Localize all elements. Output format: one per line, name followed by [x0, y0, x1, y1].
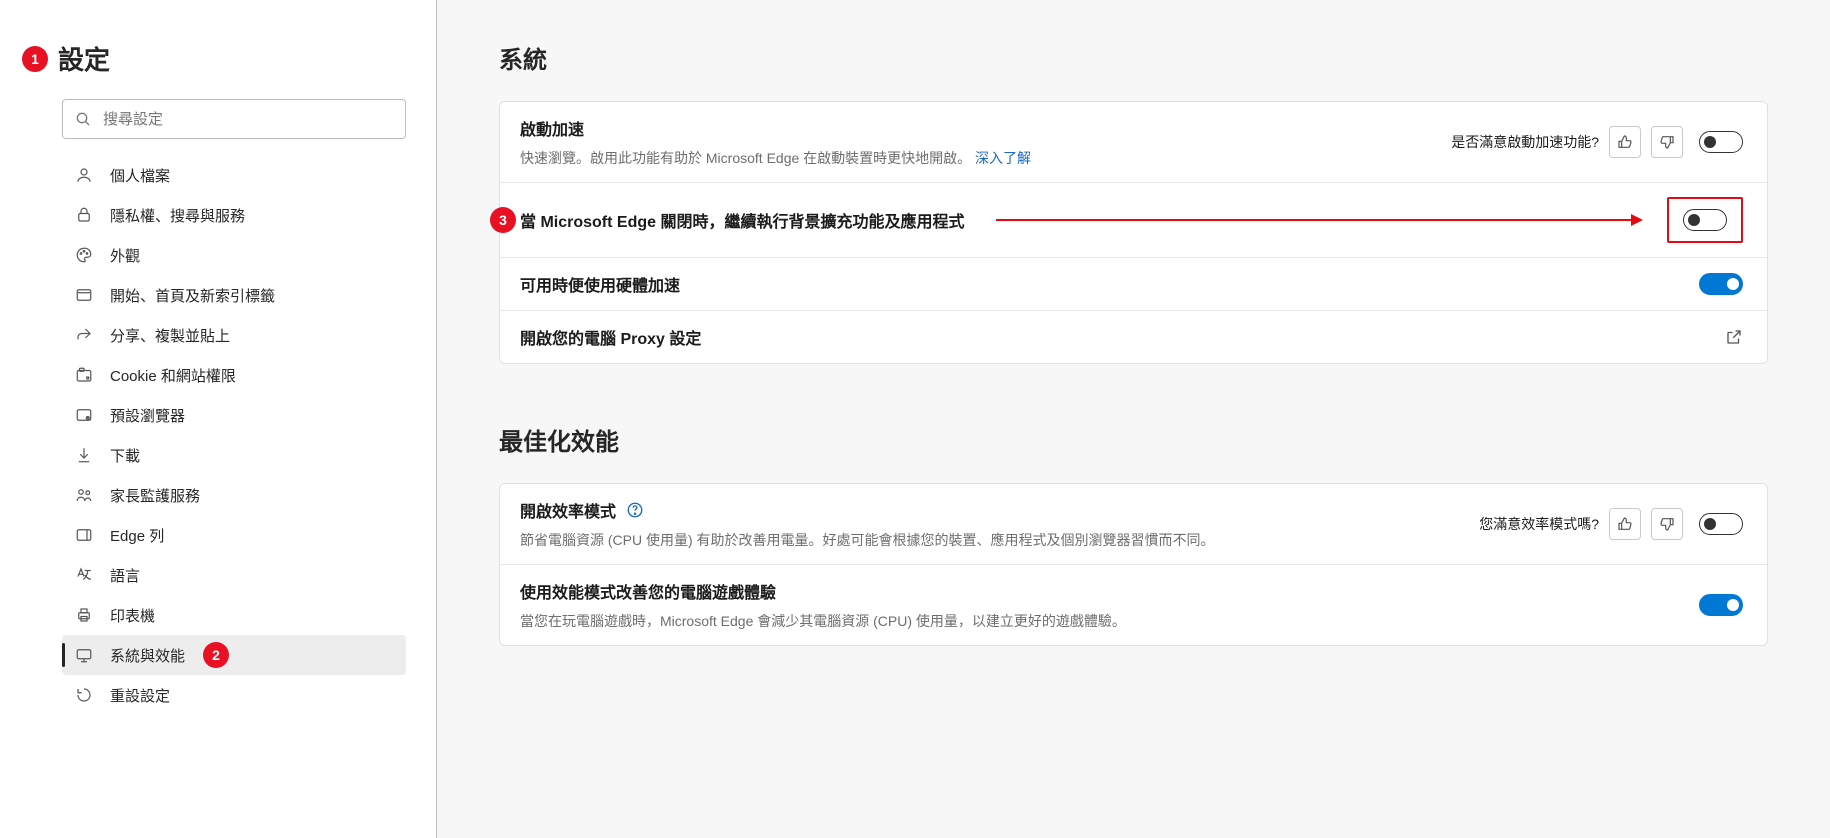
nav-downloads[interactable]: 下載	[62, 435, 406, 475]
nav-family[interactable]: 家長監護服務	[62, 475, 406, 515]
settings-sidebar: 1 設定 個人檔案 隱私權、搜尋與服務 外觀 開始	[0, 0, 437, 838]
nav-label: 開始、首頁及新索引標籤	[110, 285, 275, 306]
search-input[interactable]	[103, 111, 393, 128]
search-icon	[75, 111, 91, 127]
settings-search[interactable]	[62, 99, 406, 139]
row-desc: 快速瀏覽。啟用此功能有助於 Microsoft Edge 在啟動裝置時更快地開啟…	[520, 148, 1435, 168]
row-title: 啟動加速	[520, 116, 1435, 140]
language-icon	[74, 565, 94, 585]
step-badge-3: 3	[490, 207, 516, 233]
nav-label: 印表機	[110, 605, 155, 626]
row-background-apps: 3 當 Microsoft Edge 關閉時，繼續執行背景擴充功能及應用程式	[500, 182, 1767, 257]
printer-icon	[74, 605, 94, 625]
step-badge-2: 2	[203, 642, 229, 668]
nav-label: 重設設定	[110, 685, 170, 706]
nav-start[interactable]: 開始、首頁及新索引標籤	[62, 275, 406, 315]
lock-icon	[74, 205, 94, 225]
row-title: 當 Microsoft Edge 關閉時，繼續執行背景擴充功能及應用程式	[520, 208, 964, 232]
open-external-icon	[1725, 328, 1743, 346]
thumbs-down-button[interactable]	[1651, 508, 1683, 540]
nav-default-browser[interactable]: 預設瀏覽器	[62, 395, 406, 435]
nav-reset[interactable]: 重設設定	[62, 675, 406, 715]
row-title: 開啟您的電腦 Proxy 設定	[520, 325, 1709, 349]
nav-label: 外觀	[110, 245, 140, 266]
reset-icon	[74, 685, 94, 705]
feedback-group: 是否滿意啟動加速功能?	[1451, 126, 1683, 158]
toggle-background-apps[interactable]	[1683, 209, 1727, 231]
nav-edge-bar[interactable]: Edge 列	[62, 515, 406, 555]
nav-label: 系統與效能	[110, 645, 185, 666]
row-startup-boost: 啟動加速 快速瀏覽。啟用此功能有助於 Microsoft Edge 在啟動裝置時…	[500, 102, 1767, 182]
row-efficiency-mode: 開啟效率模式 節省電腦資源 (CPU 使用量) 有助於改善用電量。好處可能會根據…	[500, 484, 1767, 564]
row-proxy-settings[interactable]: 開啟您的電腦 Proxy 設定	[500, 310, 1767, 363]
nav-label: 隱私權、搜尋與服務	[110, 205, 245, 226]
share-icon	[74, 325, 94, 345]
row-desc: 當您在玩電腦遊戲時，Microsoft Edge 會減少其電腦資源 (CPU) …	[520, 611, 1683, 631]
help-icon[interactable]	[626, 501, 644, 519]
thumbs-up-button[interactable]	[1609, 508, 1641, 540]
nav-label: 語言	[110, 565, 140, 586]
sidebar-title: 設定	[58, 40, 110, 77]
row-title: 可用時便使用硬體加速	[520, 272, 1683, 296]
download-icon	[74, 445, 94, 465]
sidebar-nav: 個人檔案 隱私權、搜尋與服務 外觀 開始、首頁及新索引標籤 分享、複製並貼上 C…	[62, 155, 406, 715]
toggle-hardware-accel[interactable]	[1699, 273, 1743, 295]
callout-arrow	[996, 219, 1641, 221]
settings-main: 系統 啟動加速 快速瀏覽。啟用此功能有助於 Microsoft Edge 在啟動…	[437, 0, 1830, 838]
nav-share[interactable]: 分享、複製並貼上	[62, 315, 406, 355]
system-icon	[74, 645, 94, 665]
cookie-icon	[74, 365, 94, 385]
nav-cookies[interactable]: Cookie 和網站權限	[62, 355, 406, 395]
thumbs-down-button[interactable]	[1651, 126, 1683, 158]
edgebar-icon	[74, 525, 94, 545]
nav-label: 分享、複製並貼上	[110, 325, 230, 346]
nav-languages[interactable]: 語言	[62, 555, 406, 595]
section-title-system: 系統	[499, 40, 1768, 75]
nav-label: 預設瀏覽器	[110, 405, 185, 426]
family-icon	[74, 485, 94, 505]
learn-more-link[interactable]: 深入了解	[975, 150, 1031, 166]
feedback-group: 您滿意效率模式嗎?	[1479, 508, 1683, 540]
row-desc: 節省電腦資源 (CPU 使用量) 有助於改善用電量。好處可能會根據您的裝置、應用…	[520, 530, 1463, 550]
toggle-highlight-box	[1667, 197, 1743, 243]
toggle-efficiency-mode[interactable]	[1699, 513, 1743, 535]
browser-icon	[74, 405, 94, 425]
nav-appearance[interactable]: 外觀	[62, 235, 406, 275]
card-performance: 開啟效率模式 節省電腦資源 (CPU 使用量) 有助於改善用電量。好處可能會根據…	[499, 483, 1768, 646]
nav-label: 下載	[110, 445, 140, 466]
toggle-startup-boost[interactable]	[1699, 131, 1743, 153]
profile-icon	[74, 165, 94, 185]
tab-icon	[74, 285, 94, 305]
row-title: 使用效能模式改善您的電腦遊戲體驗	[520, 579, 1683, 603]
section-title-performance: 最佳化效能	[499, 422, 1768, 457]
toggle-gaming-mode[interactable]	[1699, 594, 1743, 616]
row-gaming-mode: 使用效能模式改善您的電腦遊戲體驗 當您在玩電腦遊戲時，Microsoft Edg…	[500, 564, 1767, 645]
nav-label: 家長監護服務	[110, 485, 200, 506]
nav-printers[interactable]: 印表機	[62, 595, 406, 635]
feedback-question: 您滿意效率模式嗎?	[1479, 514, 1599, 534]
card-system: 啟動加速 快速瀏覽。啟用此功能有助於 Microsoft Edge 在啟動裝置時…	[499, 101, 1768, 364]
nav-system-performance[interactable]: 系統與效能 2	[62, 635, 406, 675]
sidebar-header: 1 設定	[22, 40, 406, 77]
nav-label: Cookie 和網站權限	[110, 365, 236, 386]
feedback-question: 是否滿意啟動加速功能?	[1451, 132, 1599, 152]
palette-icon	[74, 245, 94, 265]
row-hardware-accel: 可用時便使用硬體加速	[500, 257, 1767, 310]
nav-label: Edge 列	[110, 525, 164, 546]
step-badge-1: 1	[22, 46, 48, 72]
thumbs-up-button[interactable]	[1609, 126, 1641, 158]
row-title: 開啟效率模式	[520, 498, 1463, 522]
nav-profiles[interactable]: 個人檔案	[62, 155, 406, 195]
nav-privacy[interactable]: 隱私權、搜尋與服務	[62, 195, 406, 235]
nav-label: 個人檔案	[110, 165, 170, 186]
